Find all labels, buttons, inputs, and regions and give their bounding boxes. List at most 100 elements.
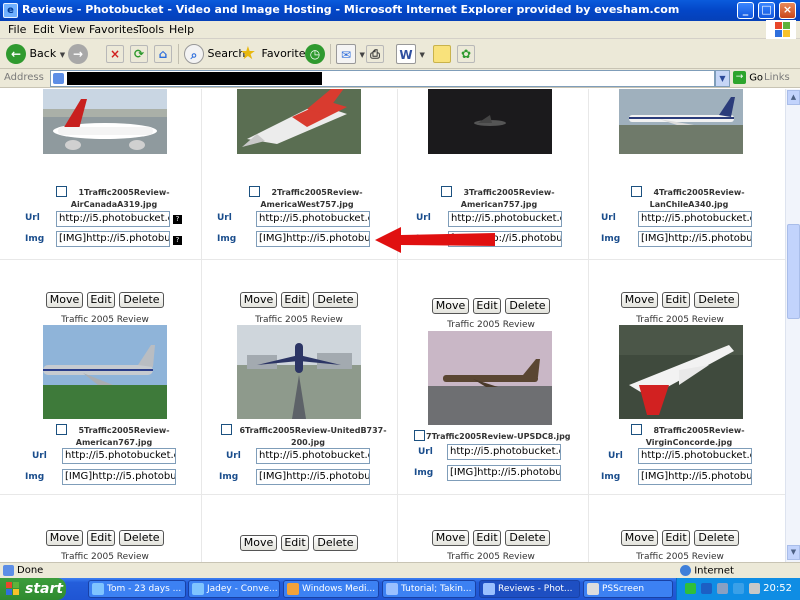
menu-tools[interactable]: Tools [137,23,164,36]
home-icon[interactable]: ⌂ [154,45,172,63]
delete-button[interactable]: Delete [505,298,550,314]
back-button[interactable]: ← Back ▼ [6,43,65,65]
chevron-down-icon: ▼ [359,51,365,59]
photo-thumbnail[interactable] [619,325,743,419]
delete-button[interactable]: Delete [313,292,358,308]
delete-button[interactable]: Delete [313,535,358,551]
move-button[interactable]: Move [621,292,658,308]
url-field[interactable]: http://i5.photobucket.com [62,448,176,464]
img-code-field[interactable]: [IMG]http://i5.photobucket [256,469,370,485]
scroll-thumb[interactable] [787,224,800,319]
menu-file[interactable]: File [8,23,26,36]
delete-button[interactable]: Delete [505,530,550,546]
menu-help[interactable]: Help [169,23,194,36]
url-field[interactable]: http://i5.photobucket.com [638,211,752,227]
photo-thumbnail[interactable] [237,325,361,419]
favorites-button[interactable]: ★ Favorites [238,43,311,65]
stop-icon[interactable]: × [106,45,124,63]
tray-app-icon[interactable] [749,583,760,594]
delete-button[interactable]: Delete [694,292,739,308]
file-name-line: 3Traffic2005Review- [463,188,555,197]
url-label: Url [32,451,47,461]
edit-with-word-button[interactable]: W ▼ [396,43,425,65]
help-icon[interactable]: ? [173,215,182,224]
photo-thumbnail[interactable] [237,89,361,154]
help-icon[interactable]: ? [173,236,182,245]
minimize-button[interactable]: _ [737,2,754,19]
url-field[interactable]: http://i5.photobucket.com [256,448,370,464]
start-label: start [25,581,64,597]
messenger-icon[interactable]: ✿ [457,45,475,63]
go-button[interactable]: → Go [733,71,763,84]
delete-button[interactable]: Delete [119,292,164,308]
img-label: Img [25,472,45,482]
scroll-up-icon[interactable]: ▲ [787,90,800,105]
photo-thumbnail[interactable] [428,331,552,425]
photo-thumbnail[interactable] [619,89,743,154]
img-code-field[interactable]: [IMG]http://i5.photobucket [256,231,370,247]
forward-button[interactable]: → [68,43,88,65]
taskbar-item[interactable]: Jadey - Conve... [188,580,280,598]
vertical-scrollbar[interactable]: ▲ ▼ [785,89,800,562]
taskbar-item[interactable]: Windows Medi... [283,580,379,598]
taskbar-item[interactable]: Tom - 23 days ... [88,580,186,598]
scroll-down-icon[interactable]: ▼ [787,545,800,560]
img-code-field[interactable]: [IMG]http://i5.photobucket [447,465,561,481]
search-button[interactable]: ⌕ Search [184,43,245,65]
photo-thumbnail[interactable] [43,89,167,154]
taskbar-item[interactable]: PSScreen [583,580,673,598]
volume-icon[interactable] [717,583,728,594]
edit-button[interactable]: Edit [473,298,501,314]
close-button[interactable]: × [779,2,796,19]
photo-thumbnail[interactable] [43,325,167,419]
start-button[interactable]: start [0,578,66,600]
maximize-button[interactable]: □ [758,2,775,19]
edit-button[interactable]: Edit [473,530,501,546]
move-button[interactable]: Move [240,535,277,551]
move-button[interactable]: Move [432,530,469,546]
address-dropdown-icon[interactable]: ▼ [715,70,730,87]
edit-button[interactable]: Edit [662,530,690,546]
refresh-icon[interactable]: ⟳ [130,45,148,63]
url-field[interactable]: http://i5.photobucket.com [56,211,170,227]
print-icon[interactable]: ⎙ [366,45,384,63]
photo-thumbnail[interactable] [428,89,552,154]
browser-icon [483,583,495,595]
url-field[interactable]: http://i5.photobucket.com [448,211,562,227]
delete-button[interactable]: Delete [119,530,164,546]
img-code-field[interactable]: [IMG]http://i5.photobucket [62,469,176,485]
img-code-field[interactable]: [IMG]http://i5.photobucket [638,231,752,247]
file-name: 6Traffic2005Review-UnitedB737- 200.jpg [222,425,394,449]
url-field[interactable]: http://i5.photobucket.com [447,444,561,460]
messenger-tray-icon[interactable] [701,583,712,594]
move-button[interactable]: Move [46,530,83,546]
menu-view[interactable]: View [59,23,85,36]
url-field[interactable]: http://i5.photobucket.com [638,448,752,464]
select-checkbox[interactable] [414,430,425,441]
edit-button[interactable]: Edit [281,535,309,551]
edit-button[interactable]: Edit [281,292,309,308]
edit-button[interactable]: Edit [87,530,115,546]
notes-icon[interactable] [433,45,451,63]
mail-button[interactable]: ✉ ▼ [336,43,365,65]
network-icon[interactable] [685,583,696,594]
edit-button[interactable]: Edit [662,292,690,308]
move-button[interactable]: Move [432,298,469,314]
taskbar-item-active[interactable]: Reviews - Phot... [479,580,580,598]
move-button[interactable]: Move [46,292,83,308]
img-code-field[interactable]: [IMG]http://i5.photobucket [56,231,170,247]
tray-app-icon[interactable] [733,583,744,594]
delete-button[interactable]: Delete [694,530,739,546]
edit-button[interactable]: Edit [87,292,115,308]
history-button[interactable]: ◷ [305,43,325,65]
links-label[interactable]: Links [764,72,790,83]
move-button[interactable]: Move [240,292,277,308]
grid-divider [397,89,398,562]
menu-favorites[interactable]: Favorites [89,23,139,36]
menu-edit[interactable]: Edit [33,23,54,36]
move-button[interactable]: Move [621,530,658,546]
address-input[interactable] [50,70,715,87]
img-code-field[interactable]: [IMG]http://i5.photobucket [638,469,752,485]
taskbar-item[interactable]: Tutorial; Takin... [382,580,476,598]
url-field[interactable]: http://i5.photobucket.com [256,211,370,227]
